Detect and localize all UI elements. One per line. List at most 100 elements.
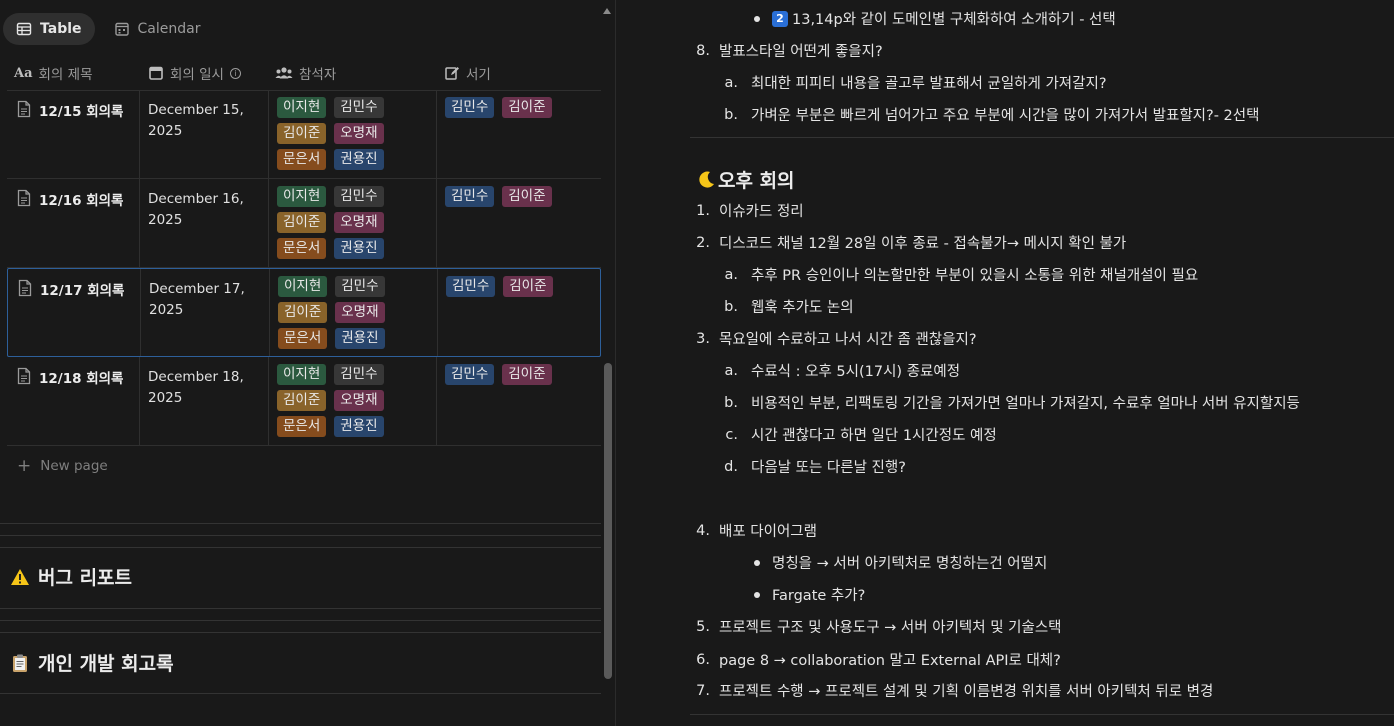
bullet-icon [754, 591, 760, 598]
row-title[interactable]: 12/16 회의록 [16, 189, 123, 209]
row-attendees[interactable]: 이지현 김민수 김이준 오명재 문은서 권용진 [277, 364, 437, 437]
page-icon [18, 279, 32, 297]
page-icon [17, 367, 31, 385]
attendee-tag: 이지현 [277, 364, 327, 385]
column-header-title[interactable]: Aa 회의 제목 [14, 55, 93, 91]
section-heading-bug-report[interactable]: 버그 리포트 [10, 563, 132, 590]
list-item: 5. 프로젝트 구조 및 사용도구 → 서버 아키텍처 및 기술스택 [688, 616, 1061, 637]
row-date[interactable]: December 17, 2025 [149, 279, 269, 321]
list-item: 7. 프로젝트 수행 → 프로젝트 설계 및 기획 이름변경 위치를 서버 아키텍… [688, 680, 1213, 701]
database-panel: Table Calendar Aa 회의 제목 회의 일시 i 참석자 서기 1… [0, 0, 615, 726]
row-attendees[interactable]: 이지현 김민수 김이준 오명재 문은서 권용진 [277, 186, 437, 259]
row-title[interactable]: 12/18 회의록 [16, 367, 123, 387]
list-item: a. 수료식 : 오후 5시(17시) 종료예정 [720, 360, 961, 381]
attendee-tag: 권용진 [334, 238, 384, 259]
column-divider [268, 90, 269, 178]
list-letter: b. [724, 394, 738, 411]
new-page-button[interactable]: + New page [17, 456, 108, 476]
attendee-tag: 김민수 [335, 276, 385, 297]
row-date[interactable]: December 15, 2025 [148, 100, 268, 142]
row-attendees[interactable]: 이지현 김민수 김이준 오명재 문은서 권용진 [277, 97, 437, 170]
row-writers[interactable]: 김민수 김이준 [445, 97, 552, 118]
list-item: b. 가벼운 부분은 빠르게 넘어가고 주요 부분에 시간을 많이 가져가서 발… [720, 104, 1259, 125]
writer-tag: 김이준 [503, 276, 553, 297]
list-letter: b. [724, 298, 738, 315]
divider [0, 632, 601, 633]
writer-tag: 김이준 [502, 364, 552, 385]
column-divider [139, 90, 140, 178]
tab-table[interactable]: Table [3, 13, 95, 45]
list-item-text: 발표스타일 어떤게 좋을지? [719, 44, 883, 60]
tab-label: Calendar [137, 21, 201, 37]
list-item: 3. 목요일에 수료하고 나서 시간 좀 괜찮을지? [688, 328, 976, 349]
attendee-tag: 오명재 [335, 302, 385, 323]
scrollbar-thumb[interactable] [604, 363, 612, 679]
table-row[interactable]: 12/18 회의록 December 18, 2025 이지현 김민수 김이준 오명재 문은서… [7, 357, 601, 446]
column-divider [139, 357, 140, 445]
column-label: 서기 [466, 67, 491, 83]
attendee-tag: 김이준 [277, 212, 327, 233]
date-line: December 15, [148, 102, 244, 118]
attendee-tag: 문은서 [278, 328, 328, 349]
bullet-icon [754, 559, 760, 566]
section-heading-retrospective[interactable]: 개인 개발 회고록 [10, 649, 174, 676]
row-date[interactable]: December 18, 2025 [148, 367, 268, 409]
row-writers[interactable]: 김민수 김이준 [445, 364, 552, 385]
section-title: 버그 리포트 [38, 567, 133, 589]
date-line: 2025 [148, 123, 183, 139]
column-label: 회의 제목 [38, 67, 93, 83]
list-item-text: 시간 괜찮다고 하면 일단 1시간정도 예정 [751, 428, 997, 444]
attendee-tag: 김이준 [277, 123, 327, 144]
list-number: 3. [696, 330, 710, 347]
divider [0, 608, 601, 609]
attendee-tag: 김이준 [277, 390, 327, 411]
row-writers[interactable]: 김민수 김이준 [445, 186, 552, 207]
column-divider [269, 269, 270, 356]
list-item: 2. 디스코드 채널 12월 28일 이후 종료 - 접속불가→ 메시지 확인 불… [688, 232, 1126, 253]
list-item-text: 다음날 또는 다른날 진행? [751, 460, 906, 476]
list-item-text: 이슈카드 정리 [719, 204, 804, 220]
list-item-text: page 8 → collaboration 말고 External API로 … [719, 653, 1061, 669]
section-heading-afternoon[interactable]: 오후 회의 [696, 166, 795, 193]
list-item-text: Fargate 추가? [772, 588, 866, 604]
list-item: c. 시간 괜찮다고 하면 일단 1시간정도 예정 [720, 424, 997, 445]
column-divider [268, 357, 269, 445]
page-icon [17, 189, 31, 207]
row-writers[interactable]: 김민수 김이준 [446, 276, 553, 297]
row-title[interactable]: 12/17 회의록 [17, 279, 124, 299]
table-row[interactable]: 12/16 회의록 December 16, 2025 이지현 김민수 김이준 오명재 문은서… [7, 179, 601, 268]
list-number: 7. [696, 682, 710, 699]
edit-property-icon [445, 67, 459, 80]
divider [0, 547, 601, 548]
attendee-tag: 권용진 [334, 149, 384, 170]
attendee-tag: 이지현 [277, 97, 327, 118]
row-title[interactable]: 12/15 회의록 [16, 100, 123, 120]
list-number: 4. [696, 522, 710, 539]
tab-calendar[interactable]: Calendar [101, 13, 214, 45]
row-attendees[interactable]: 이지현 김민수 김이준 오명재 문은서 권용진 [278, 276, 438, 349]
info-icon[interactable]: i [229, 67, 241, 79]
row-date[interactable]: December 16, 2025 [148, 189, 268, 231]
date-line: 2025 [148, 212, 183, 228]
date-line: 2025 [148, 390, 183, 406]
writer-tag: 김민수 [445, 97, 495, 118]
attendee-tag: 문은서 [277, 416, 327, 437]
divider [0, 523, 601, 524]
column-header-writer[interactable]: 서기 [444, 55, 491, 91]
date-line: December 17, [149, 281, 245, 297]
list-item-text: 명칭을 → 서버 아키텍처로 명칭하는건 어떨지 [772, 556, 1048, 572]
table-row[interactable]: 12/17 회의록 December 17, 2025 이지현 김민수 김이준 오명재 문은서… [7, 268, 601, 357]
column-label: 참석자 [299, 67, 337, 83]
scroll-up-arrow[interactable] [603, 8, 611, 14]
table-row[interactable]: 12/15 회의록 December 15, 2025 이지현 김민수 김이준 오명재 문은서… [7, 90, 601, 179]
plus-icon: + [17, 456, 32, 476]
list-item: 4. 배포 다이어그램 [688, 520, 817, 541]
list-number: 1. [696, 202, 710, 219]
list-item: Fargate 추가? [749, 584, 865, 605]
list-number: 6. [696, 651, 710, 668]
column-divider [140, 269, 141, 356]
list-item: d. 다음날 또는 다른날 진행? [720, 456, 906, 477]
column-header-date[interactable]: 회의 일시 i [148, 55, 241, 91]
table-header: Aa 회의 제목 회의 일시 i 참석자 서기 [7, 55, 601, 91]
column-header-attendees[interactable]: 참석자 [275, 55, 336, 91]
